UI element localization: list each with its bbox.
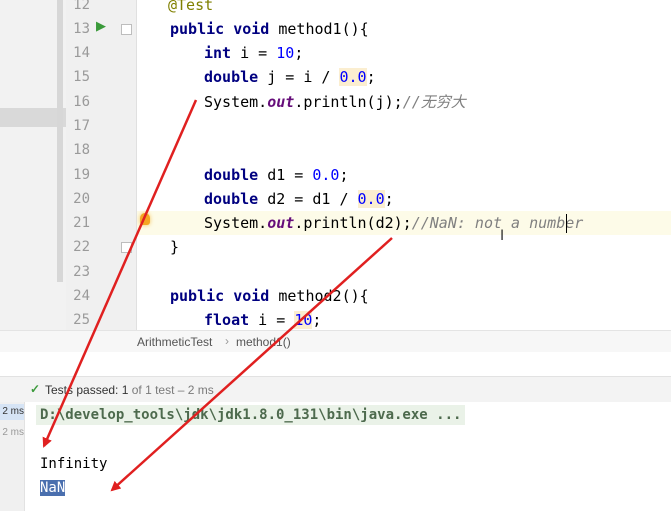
test-status-text: Tests passed: 1 of 1 test – 2 ms: [45, 383, 214, 397]
line-number: 25: [73, 312, 90, 328]
lightbulb-icon[interactable]: [140, 213, 150, 225]
test-status-bar: ✓ Tests passed: 1 of 1 test – 2 ms: [0, 376, 671, 404]
console-line-nan: NaN: [40, 478, 66, 498]
code-line-20: double d2 = d1 / 0.0;: [204, 190, 394, 208]
line-number: 13: [73, 21, 90, 37]
text-caret: [566, 214, 567, 233]
line-number: 12: [73, 0, 90, 13]
line-number: 23: [73, 264, 90, 280]
selected-text: NaN: [40, 480, 66, 496]
code-line-22: }: [170, 238, 180, 256]
line-number: 18: [73, 142, 90, 158]
code-line-24: public void method2(){: [170, 287, 369, 305]
breadcrumb: ArithmeticTest › method1(): [0, 330, 671, 353]
line-number: 22: [73, 239, 90, 255]
code-line-14: int i = 10;: [204, 44, 304, 62]
line-number: 17: [73, 118, 90, 134]
project-tool-strip: [0, 0, 66, 352]
line-number: 24: [73, 288, 90, 304]
code-line-19: double d1 = 0.0;: [204, 166, 349, 184]
fold-icon[interactable]: [121, 24, 132, 35]
test-duration[interactable]: 2 ms: [0, 425, 24, 441]
line-number: 15: [73, 69, 90, 85]
test-duration-selected[interactable]: 2 ms: [0, 404, 24, 420]
code-line-13: public void method1(){: [170, 20, 369, 38]
breadcrumb-class[interactable]: ArithmeticTest: [137, 335, 212, 349]
panel-gap: [0, 352, 671, 376]
console-line-infinity: Infinity: [40, 456, 108, 472]
breadcrumb-method[interactable]: method1(): [236, 335, 291, 349]
fold-icon[interactable]: [121, 242, 132, 253]
breadcrumb-separator: ›: [225, 334, 229, 348]
code-line-15: double j = i / 0.0;: [204, 68, 376, 86]
line-number: 14: [73, 45, 90, 61]
ibeam-cursor-icon: I: [500, 228, 505, 244]
code-line-16: System.out.println(j);//无穷大: [204, 93, 466, 111]
project-scrollbar[interactable]: [57, 0, 63, 282]
line-number: 20: [73, 191, 90, 207]
code-line-25: float i = 10;: [204, 311, 322, 329]
run-test-icon[interactable]: ▶: [94, 20, 108, 34]
line-number: 21: [73, 215, 90, 231]
java-command-line[interactable]: D:\develop_tools\jdk\jdk1.8.0_131\bin\ja…: [36, 405, 466, 425]
code-line-21: System.out.println(d2);//NaN: not a numb…: [204, 214, 584, 232]
line-number: 16: [73, 94, 90, 110]
line-number: 19: [73, 167, 90, 183]
code-line-12: @Test: [168, 0, 214, 14]
check-icon: ✓: [30, 382, 41, 396]
